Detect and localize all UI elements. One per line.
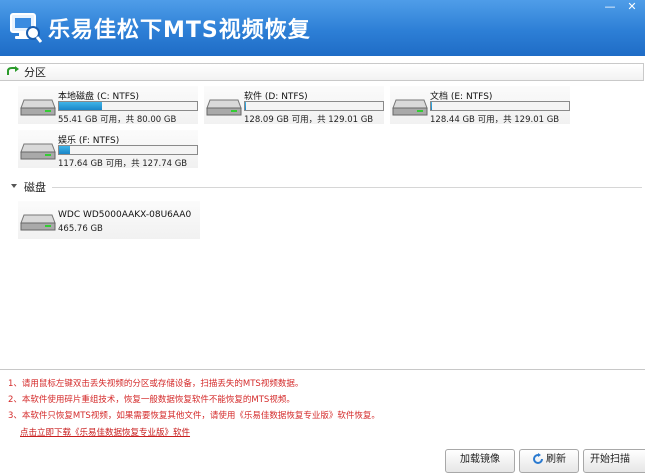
disk-item[interactable]: WDC WD5000AAKX-08U6AA0 465.76 GB bbox=[18, 201, 200, 239]
hard-disk-icon bbox=[20, 99, 56, 116]
hard-disk-icon bbox=[20, 214, 56, 231]
app-logo-icon bbox=[10, 13, 42, 43]
partition-item[interactable]: 本地磁盘 (C: NTFS) 55.41 GB 可用，共 80.00 GB bbox=[18, 86, 198, 125]
partition-info: 128.44 GB 可用，共 129.01 GB bbox=[430, 115, 560, 125]
toolbar bbox=[0, 63, 644, 81]
usage-bar bbox=[244, 101, 384, 111]
minimize-button[interactable]: — bbox=[600, 0, 620, 14]
disk-info: 465.76 GB bbox=[58, 224, 103, 234]
usage-bar-fill bbox=[59, 146, 71, 154]
usage-bar bbox=[430, 101, 570, 111]
disks-section-label: 磁盘 bbox=[24, 181, 46, 194]
collapse-arrow-icon[interactable] bbox=[11, 184, 17, 188]
app-title: 乐易佳松下MTS视频恢复 bbox=[48, 18, 311, 43]
usage-bar-fill bbox=[431, 102, 432, 110]
usage-bar bbox=[58, 145, 198, 155]
notes-divider bbox=[0, 369, 645, 370]
hard-disk-icon bbox=[20, 143, 56, 160]
usage-bar-fill bbox=[59, 102, 102, 110]
note-line: 2、本软件使用碎片重组技术，恢复一般数据恢复软件不能恢复的MTS视频。 bbox=[8, 395, 295, 405]
note-line: 3、本软件只恢复MTS视频，如果需要恢复其他文件，请使用《乐易佳数据恢复专业版》… bbox=[8, 411, 380, 421]
download-pro-link[interactable]: 点击立即下载《乐易佳数据恢复专业版》软件 bbox=[20, 426, 190, 438]
note-line: 1、请用鼠标左键双击丢失视频的分区或存储设备，扫描丢失的MTS视频数据。 bbox=[8, 379, 304, 389]
partition-item[interactable]: 软件 (D: NTFS) 128.09 GB 可用，共 129.01 GB bbox=[204, 86, 384, 125]
section-divider bbox=[52, 187, 642, 188]
partition-info: 117.64 GB 可用，共 127.74 GB bbox=[58, 159, 188, 169]
partition-item[interactable]: 文档 (E: NTFS) 128.44 GB 可用，共 129.01 GB bbox=[390, 86, 570, 125]
title-bar: 乐易佳松下MTS视频恢复 — ✕ bbox=[0, 0, 645, 56]
usage-bar-fill bbox=[245, 102, 247, 110]
partition-info: 55.41 GB 可用，共 80.00 GB bbox=[58, 115, 177, 125]
disk-name: WDC WD5000AAKX-08U6AA0 bbox=[58, 210, 192, 220]
close-button[interactable]: ✕ bbox=[622, 0, 642, 14]
refresh-button[interactable]: 刷新 bbox=[519, 449, 579, 473]
load-image-button[interactable]: 加载镜像 bbox=[445, 449, 515, 473]
refresh-arrow-icon[interactable] bbox=[6, 66, 20, 78]
refresh-icon bbox=[533, 453, 543, 464]
partitions-section-label: 分区 bbox=[24, 66, 46, 79]
hard-disk-icon bbox=[206, 99, 242, 116]
partition-info: 128.09 GB 可用，共 129.01 GB bbox=[244, 115, 374, 125]
start-scan-button[interactable]: 开始扫描 bbox=[583, 449, 645, 473]
usage-bar bbox=[58, 101, 198, 111]
partition-item[interactable]: 娱乐 (F: NTFS) 117.64 GB 可用，共 127.74 GB bbox=[18, 130, 198, 169]
hard-disk-icon bbox=[392, 99, 428, 116]
